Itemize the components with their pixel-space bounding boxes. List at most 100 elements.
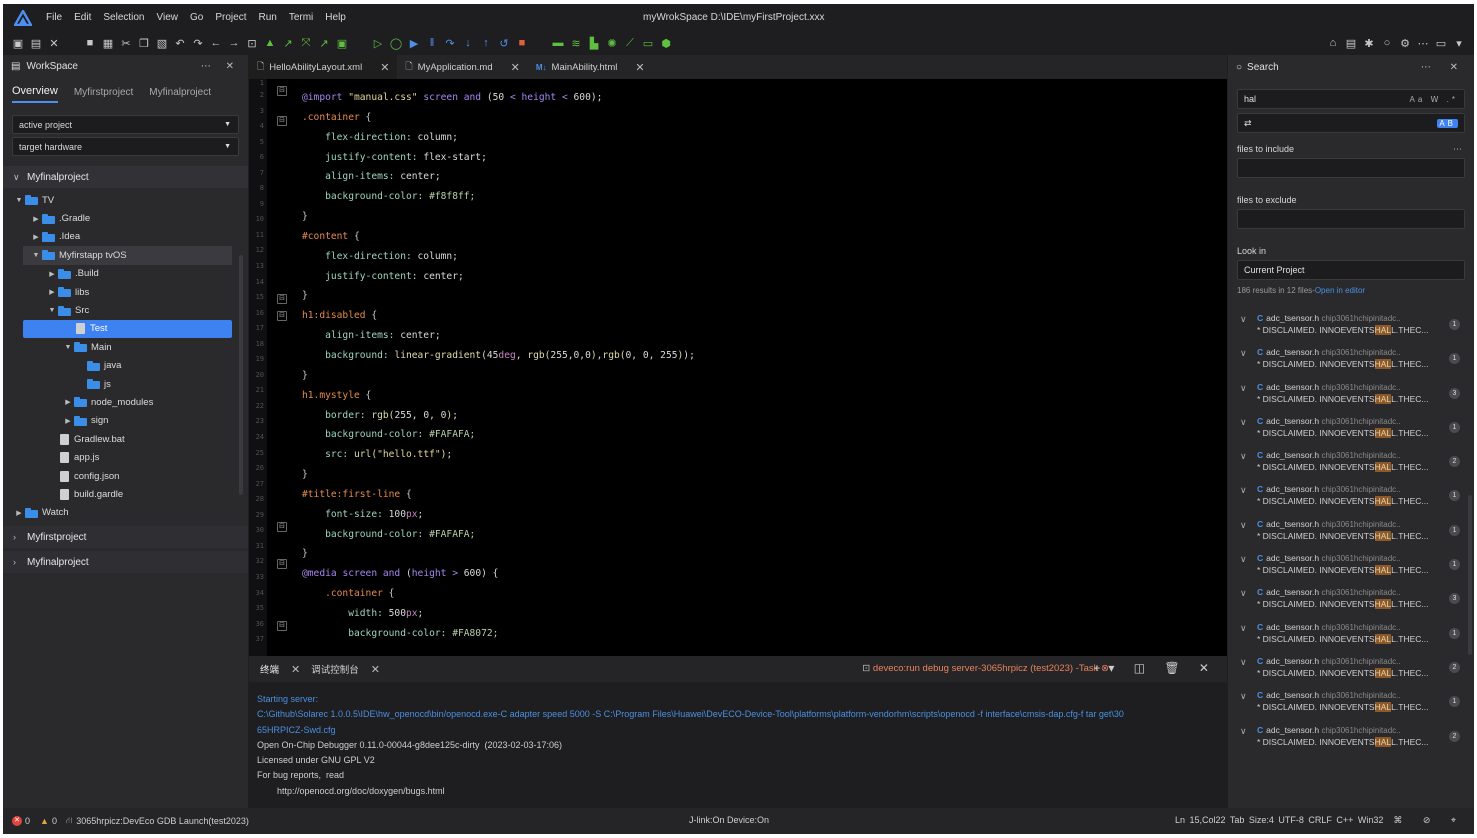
search-result[interactable]: ∨ Cadc_tsensor.h chip3061hchipinitadc.. * … xyxy=(1228,311,1474,345)
chevron-down-icon[interactable]: ▾ xyxy=(1450,34,1468,52)
tab-myapplication[interactable]: 🗋 MyApplication.md ✕ xyxy=(397,55,527,79)
bug-icon[interactable]: ✱ xyxy=(1360,34,1378,52)
search-result[interactable]: ∨ Cadc_tsensor.h chip3061hchipinitadc.. * … xyxy=(1228,654,1474,688)
tree-item[interactable]: Gradlew.bat xyxy=(3,430,248,448)
chevron-right-icon[interactable]: ▶ xyxy=(13,509,25,517)
back-icon[interactable]: ← xyxy=(207,34,225,52)
files-include-input[interactable] xyxy=(1237,158,1465,178)
result-match-line[interactable]: * DISCLAIMED. INNOEVENTSHALL.THEC... xyxy=(1257,530,1474,541)
new-file-icon[interactable]: ▣ xyxy=(9,34,27,52)
chevron-right-icon[interactable]: ▶ xyxy=(46,288,58,296)
search-result[interactable]: ∨ Cadc_tsensor.h chip3061hchipinitadc.. * … xyxy=(1228,482,1474,516)
close-icon[interactable]: ✕ xyxy=(380,61,389,74)
search-result[interactable]: ∨ Cadc_tsensor.h chip3061hchipinitadc.. * … xyxy=(1228,620,1474,654)
tree-item[interactable]: Test xyxy=(3,319,248,339)
chevron-down-icon[interactable]: ▼ xyxy=(62,344,74,351)
active-project-select[interactable]: active project ▼ xyxy=(12,115,239,134)
open-folder-icon[interactable]: ▤ xyxy=(27,34,45,52)
device-icon[interactable]: ⊡ xyxy=(243,34,261,52)
fold-marker-icon[interactable]: ⊟ xyxy=(277,311,287,321)
tree-item[interactable]: ▶ sign xyxy=(3,412,248,430)
layout-icon[interactable]: ▭ xyxy=(1432,34,1450,52)
layers-icon[interactable]: ≋ xyxy=(567,34,585,52)
tree-item[interactable]: js xyxy=(3,375,248,393)
chevron-down-icon[interactable]: ∨ xyxy=(1240,348,1247,359)
restart-icon[interactable]: ◯ xyxy=(387,34,405,52)
settings-chip-icon[interactable]: ✺ xyxy=(603,34,621,52)
result-match-line[interactable]: * DISCLAIMED. INNOEVENTSHALL.THEC... xyxy=(1257,427,1474,438)
task-selector[interactable]: ⊡ deveco:run debug server-3065hrpicz (te… xyxy=(862,663,1109,674)
bar-chart-icon[interactable]: ▙ xyxy=(585,34,603,52)
launch-config[interactable]: 3065hrpicz:DevEco GDB Launch(test2023) xyxy=(76,816,249,826)
terminal-tool-icon[interactable]: ▭ xyxy=(639,34,657,52)
tab-overview[interactable]: Overview xyxy=(12,79,58,103)
tree-item[interactable]: build.gardle xyxy=(3,485,248,503)
fold-marker-icon[interactable]: ⊟ xyxy=(277,559,287,569)
tree-item[interactable]: ▶ Watch xyxy=(3,504,248,522)
workspace-scrollbar[interactable] xyxy=(239,255,243,495)
tree-item[interactable]: java xyxy=(3,357,248,375)
project-header-myfinalproject[interactable]: ∨ Myfinalproject xyxy=(3,166,248,188)
chevron-right-icon[interactable]: ▶ xyxy=(46,270,58,278)
result-match-line[interactable]: * DISCLAIMED. INNOEVENTSHALL.THEC... xyxy=(1257,667,1474,678)
chevron-down-icon[interactable]: ▼ xyxy=(30,252,42,259)
menu-help[interactable]: Help xyxy=(325,12,346,23)
menu-terminal[interactable]: Termi xyxy=(289,12,313,23)
chevron-down-icon[interactable]: ∨ xyxy=(1240,417,1247,428)
undo-icon[interactable]: ↶ xyxy=(171,34,189,52)
step-into-icon[interactable]: ↓ xyxy=(459,34,477,52)
stop-icon[interactable]: ■ xyxy=(513,34,531,52)
line-chart-icon[interactable]: ⟋ xyxy=(621,34,639,52)
pause-icon[interactable]: ‖ xyxy=(423,34,441,52)
target-hardware-select[interactable]: target hardware ▼ xyxy=(12,137,239,156)
tree-item[interactable]: ▶ .Build xyxy=(3,265,248,283)
calendar-icon[interactable]: ▤ xyxy=(1342,34,1360,52)
fold-marker-icon[interactable]: ⊟ xyxy=(277,294,287,304)
more-icon[interactable]: ⋯ xyxy=(1453,144,1462,155)
editor-status-text[interactable]: Ln 15,Col22 Tab Size:4 UTF-8 CRLF C++ Wi… xyxy=(1175,815,1383,825)
run-icon[interactable]: ▷ xyxy=(369,34,387,52)
open-in-editor-link[interactable]: Open in editor xyxy=(1315,286,1365,295)
reload-icon[interactable]: ↺ xyxy=(495,34,513,52)
home-icon[interactable]: ⌂ xyxy=(1324,34,1342,52)
search-result[interactable]: ∨ Cadc_tsensor.h chip3061hchipinitadc.. * … xyxy=(1228,517,1474,551)
search-result[interactable]: ∨ Cadc_tsensor.h chip3061hchipinitadc.. * … xyxy=(1228,345,1474,379)
chevron-down-icon[interactable]: ∨ xyxy=(1240,623,1247,634)
tree-item[interactable]: ▶ libs xyxy=(3,283,248,301)
search-input[interactable]: hal Aa ꓪ .* xyxy=(1237,89,1465,109)
code-editor[interactable]: 1 2 3 4 5 6 7 8 9 10 11 12 13 14 15 16 17 18 19 20 21 22 23 24 2… xyxy=(249,79,1227,656)
close-icon[interactable]: ✕ xyxy=(291,663,300,676)
forward-icon[interactable]: → xyxy=(225,34,243,52)
search-scrollbar[interactable] xyxy=(1468,495,1472,655)
redo-icon[interactable]: ↷ xyxy=(189,34,207,52)
fold-marker-icon[interactable]: ⊟ xyxy=(277,621,287,631)
close-icon[interactable]: ✕ xyxy=(371,663,380,676)
package-icon[interactable]: ⬢ xyxy=(657,34,675,52)
tab-myfirstproject[interactable]: Myfirstproject xyxy=(74,81,133,102)
workspace-actions[interactable]: ⋯ ✕ xyxy=(201,61,240,72)
chevron-right-icon[interactable]: ▶ xyxy=(62,398,74,406)
files-exclude-input[interactable] xyxy=(1237,209,1465,229)
paste-icon[interactable]: ▧ xyxy=(153,34,171,52)
chevron-down-icon[interactable]: ∨ xyxy=(1240,520,1247,531)
tree-item[interactable]: ▶ node_modules xyxy=(3,393,248,411)
result-match-line[interactable]: * DISCLAIMED. INNOEVENTSHALL.THEC... xyxy=(1257,393,1474,404)
chevron-down-icon[interactable]: ∨ xyxy=(1240,588,1247,599)
hammer-icon[interactable]: ↗ xyxy=(279,34,297,52)
chevron-down-icon[interactable]: ∨ xyxy=(1240,691,1247,702)
result-match-line[interactable]: * DISCLAIMED. INNOEVENTSHALL.THEC... xyxy=(1257,565,1474,576)
chevron-down-icon[interactable]: ∨ xyxy=(1240,314,1247,325)
tree-item[interactable]: ▼ Myfirstapp tvOS xyxy=(3,246,248,265)
search-icon[interactable]: ○ xyxy=(1378,34,1396,52)
tools-icon[interactable]: ✕ xyxy=(45,34,63,52)
search-result[interactable]: ∨ Cadc_tsensor.h chip3061hchipinitadc.. * … xyxy=(1228,723,1474,757)
rebuild-icon[interactable]: ⤧ xyxy=(297,34,315,52)
search-result[interactable]: ∨ Cadc_tsensor.h chip3061hchipinitadc.. * … xyxy=(1228,380,1474,414)
replace-input[interactable]: ⇄ AB xyxy=(1237,113,1465,133)
chevron-down-icon[interactable]: ▼ xyxy=(46,307,58,314)
search-actions[interactable]: ⋯ ✕ xyxy=(1421,62,1466,73)
build-icon[interactable]: ▲ xyxy=(261,34,279,52)
chevron-down-icon[interactable]: ∨ xyxy=(1240,657,1247,668)
search-options-icon[interactable]: Aa ꓪ .* xyxy=(1410,95,1458,104)
step-over-icon[interactable]: ↷ xyxy=(441,34,459,52)
